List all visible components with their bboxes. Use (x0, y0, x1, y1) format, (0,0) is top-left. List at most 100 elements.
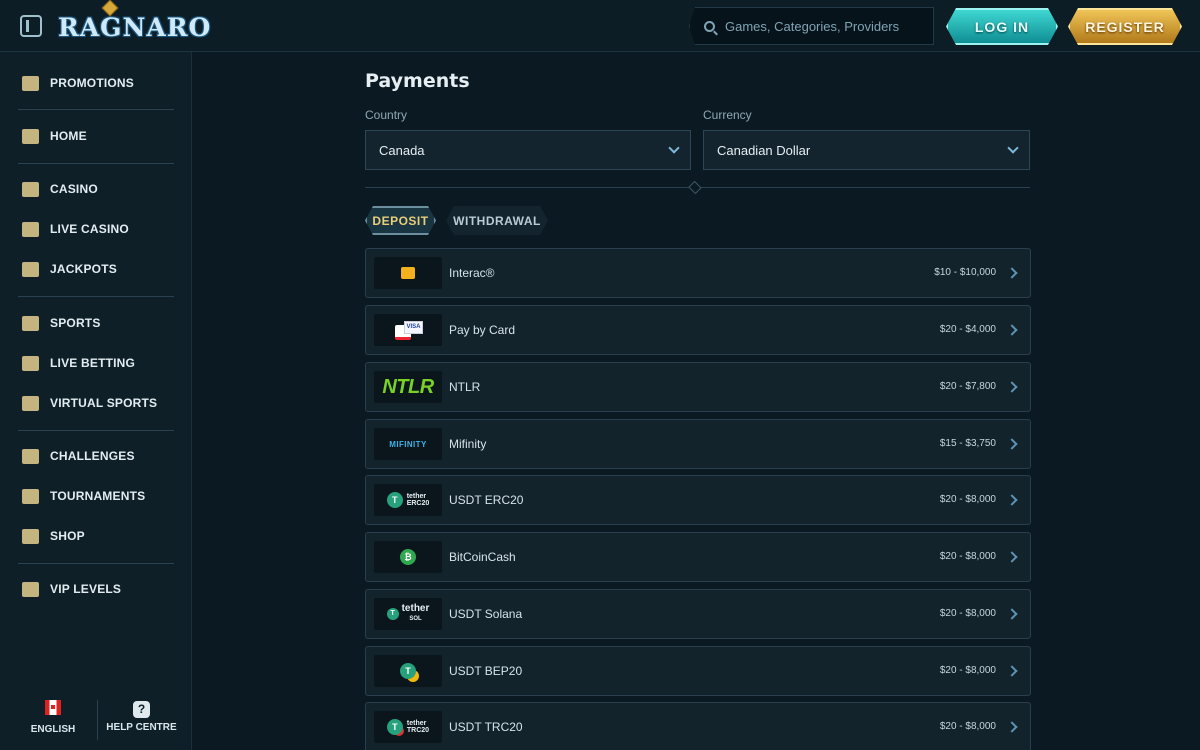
help-icon: ? (133, 701, 150, 718)
footer-divider (97, 700, 98, 740)
payment-range: $20 - $8,000 (939, 608, 996, 619)
tether-erc20-icon: T tether ERC20 (386, 492, 430, 508)
payment-method-row[interactable]: T tether TRC20 USDT TRC20 $20 - $8,000 (365, 702, 1031, 750)
sidebar-item-label: LIVE CASINO (50, 222, 129, 236)
sidebar-item-label: SPORTS (50, 316, 101, 330)
register-button[interactable]: REGISTER (1068, 8, 1182, 45)
payment-range: $20 - $4,000 (939, 324, 996, 335)
chevron-down-icon (668, 142, 680, 154)
payment-name: USDT ERC20 (449, 493, 524, 507)
country-select[interactable]: Canada (365, 130, 691, 170)
chevron-right-icon (1006, 665, 1018, 677)
payment-logo: T (374, 655, 442, 687)
payment-range: $20 - $8,000 (939, 551, 996, 562)
sidebar-item-virtual-sports[interactable]: VIRTUAL SPORTS (22, 391, 172, 415)
payment-name: USDT BEP20 (449, 664, 523, 678)
sidebar-item-label: HOME (50, 129, 87, 143)
tether-coin-icon: T (386, 492, 403, 508)
sidebar-item-jackpots[interactable]: JACKPOTS (22, 257, 172, 281)
sidebar-divider (18, 430, 174, 431)
payment-method-row[interactable]: T tether ERC20 USDT ERC20 $20 - $8,000 (365, 475, 1031, 525)
search-icon (704, 20, 715, 32)
payment-logo: MIFINITY (374, 428, 442, 460)
badge-icon (22, 448, 39, 464)
sidebar-item-casino[interactable]: CASINO (22, 177, 172, 201)
bitcoin-cash-icon: ₿ (400, 549, 416, 565)
chevron-right-icon (1006, 438, 1018, 450)
help-centre-link[interactable]: ? HELP CENTRE (104, 700, 179, 748)
tether-trc20-icon: T tether TRC20 (386, 719, 429, 735)
country-value: Canada (379, 142, 425, 158)
currency-select[interactable]: Canadian Dollar (703, 130, 1030, 170)
sidebar-item-promotions[interactable]: PROMOTIONS (22, 71, 172, 95)
language-selector[interactable]: ENGLISH (18, 700, 88, 748)
payment-range: $20 - $8,000 (939, 665, 996, 676)
canada-flag-icon (45, 700, 61, 715)
sidebar-item-live-betting[interactable]: LIVE BETTING (22, 351, 172, 375)
chevron-right-icon (1006, 267, 1018, 279)
sidebar-item-sports[interactable]: SPORTS (22, 311, 172, 335)
chevron-right-icon (1006, 324, 1018, 336)
search-input[interactable]: Games, Categories, Providers (689, 7, 934, 45)
payment-logo: NTLR (374, 371, 442, 403)
payment-logo: T tether SOL (374, 598, 442, 630)
payment-range: $20 - $8,000 (939, 494, 996, 505)
sidebar-item-home[interactable]: HOME (22, 124, 172, 148)
divider-ornament-icon (688, 180, 702, 195)
payment-logo: T tether TRC20 (374, 711, 442, 743)
sidebar-item-label: TOURNAMENTS (50, 489, 146, 503)
cards-icon (22, 221, 39, 237)
payment-logo (374, 257, 442, 289)
sidebar-item-label: CASINO (50, 182, 98, 196)
payment-method-row[interactable]: T USDT BEP20 $20 - $8,000 (365, 646, 1031, 696)
top-header: RAGNARO Games, Categories, Providers LOG… (0, 0, 1200, 52)
diamond-icon (22, 581, 39, 597)
sidebar-item-label: JACKPOTS (50, 262, 117, 276)
tether-logo-text: tether ERC20 (406, 493, 430, 507)
mifinity-logo: MIFINITY (389, 439, 427, 449)
sidebar-item-label: PROMOTIONS (50, 76, 135, 90)
sidebar-item-tournaments[interactable]: TOURNAMENTS (22, 484, 172, 508)
sidebar-toggle-icon[interactable] (20, 15, 42, 37)
payment-range: $20 - $7,800 (939, 381, 996, 392)
main-content: Payments Country Canada Currency Canadia… (192, 52, 1200, 750)
trophy-icon (22, 488, 39, 504)
payment-method-row[interactable]: Pay by Card $20 - $4,000 (365, 305, 1031, 355)
tab-deposit[interactable]: DEPOSIT (365, 206, 436, 235)
gift-icon (22, 75, 39, 91)
sidebar-item-challenges[interactable]: CHALLENGES (22, 444, 172, 468)
sidebar-divider (18, 563, 174, 564)
gamepad-icon (22, 395, 39, 411)
chevron-right-icon (1006, 494, 1018, 506)
sidebar-item-shop[interactable]: SHOP (22, 524, 172, 548)
payment-method-row[interactable]: MIFINITY Mifinity $15 - $3,750 (365, 419, 1031, 469)
sidebar-item-vip-levels[interactable]: VIP LEVELS (22, 577, 172, 601)
sidebar-item-live-casino[interactable]: LIVE CASINO (22, 217, 172, 241)
tether-logo-text: tether SOL (401, 603, 430, 623)
payment-method-row[interactable]: ₿ BitCoinCash $20 - $8,000 (365, 532, 1031, 582)
payment-method-row[interactable]: T tether SOL USDT Solana $20 - $8,000 (365, 589, 1031, 639)
payment-method-row[interactable]: Interac® $10 - $10,000 (365, 248, 1031, 298)
logo[interactable]: RAGNARO (58, 0, 211, 46)
payment-range: $10 - $10,000 (934, 267, 996, 278)
card-icon (395, 321, 423, 340)
search-placeholder: Games, Categories, Providers (725, 18, 900, 34)
payment-name: USDT Solana (449, 607, 523, 621)
sidebar: PROMOTIONS HOME CASINO LIVE CASINO JACKP… (0, 52, 192, 750)
page-title: Payments (365, 70, 470, 92)
sidebar-item-label: VIP LEVELS (50, 582, 122, 596)
sidebar-item-label: LIVE BETTING (50, 356, 136, 370)
sidebar-divider (18, 296, 174, 297)
interac-icon (401, 267, 415, 279)
payment-method-row[interactable]: NTLR NTLR $20 - $7,800 (365, 362, 1031, 412)
login-button[interactable]: LOG IN (946, 8, 1058, 45)
tether-coin-icon: T (386, 608, 399, 620)
country-label: Country (365, 108, 408, 122)
live-icon (22, 355, 39, 371)
payment-name: USDT TRC20 (449, 720, 523, 734)
tab-withdrawal[interactable]: WITHDRAWAL (446, 206, 548, 235)
payment-name: Mifinity (449, 437, 487, 451)
payment-logo: T tether ERC20 (374, 484, 442, 516)
chevron-right-icon (1006, 608, 1018, 620)
currency-label: Currency (703, 108, 752, 122)
